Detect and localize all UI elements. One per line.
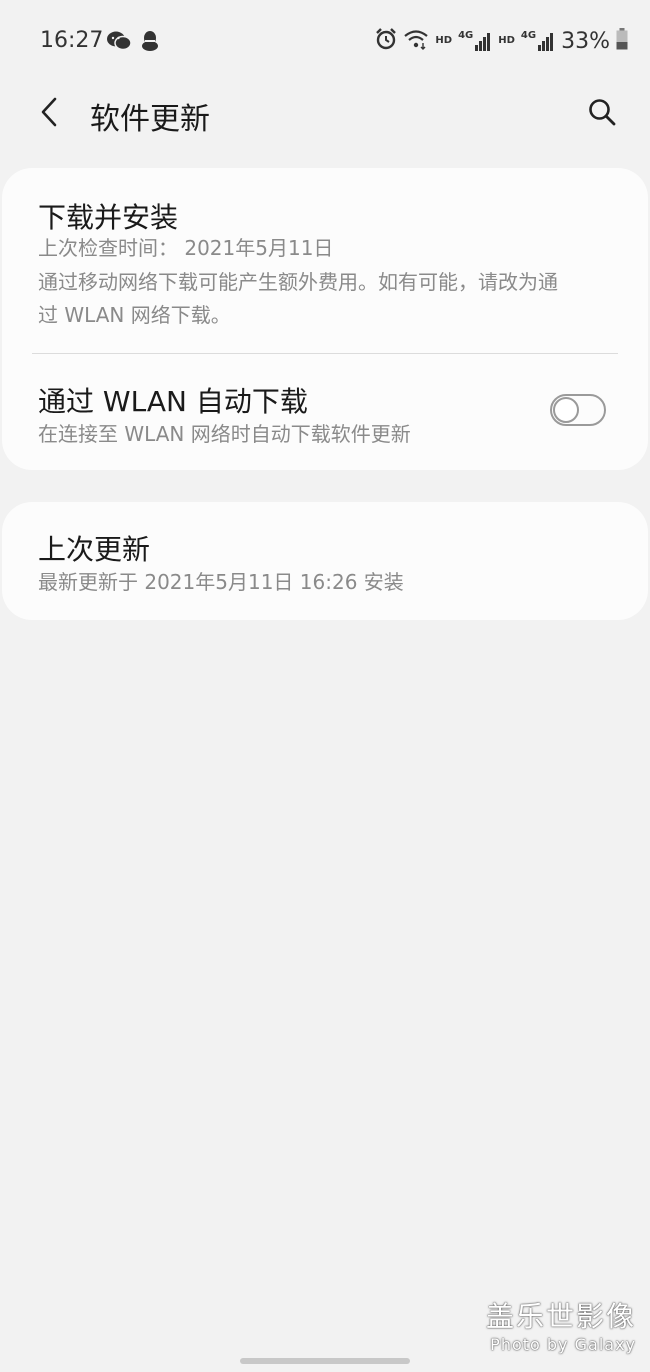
auto-download-toggle[interactable]	[550, 394, 606, 426]
gesture-nav-handle[interactable]	[240, 1358, 410, 1364]
alarm-icon	[375, 28, 397, 54]
search-icon	[587, 97, 617, 131]
last-check-time: 上次检查时间： 2021年5月11日	[38, 236, 334, 260]
battery-percent: 33%	[561, 28, 610, 54]
camera-watermark: 盖乐世影像 Photo by Galaxy	[486, 1295, 636, 1354]
4g-signal-icon: 4G	[521, 31, 555, 51]
auto-download-subtitle: 在连接至 WLAN 网络时自动下载软件更新	[38, 422, 411, 446]
hd-icon: HD	[435, 35, 453, 46]
download-install-title: 下载并安装	[38, 201, 179, 234]
last-update-subtitle: 最新更新于 2021年5月11日 16:26 安装	[38, 570, 404, 594]
hd-icon: HD	[498, 35, 515, 46]
4g-signal-icon: 4G	[458, 31, 492, 51]
status-bar: 16:27 HD 4G HD 4G 33%	[0, 0, 650, 84]
divider	[32, 353, 618, 354]
wifi-icon	[403, 28, 429, 54]
wechat-icon	[106, 30, 132, 56]
last-update-title: 上次更新	[38, 533, 151, 566]
mobile-data-note-line2: 过 WLAN 网络下载。	[38, 303, 231, 327]
back-arrow-icon	[39, 96, 61, 132]
app-bar: 软件更新	[0, 84, 650, 144]
page-title: 软件更新	[90, 102, 210, 137]
watermark-main: 盖乐世影像	[485, 1300, 636, 1333]
battery-icon	[616, 28, 628, 54]
notification-icons	[106, 30, 160, 56]
mobile-data-note-line1: 通过移动网络下载可能产生额外费用。如有可能，请改为通	[38, 270, 558, 294]
toggle-knob	[553, 397, 579, 423]
update-settings-card: 下载并安装 上次检查时间： 2021年5月11日 通过移动网络下载可能产生额外费…	[2, 168, 648, 470]
status-time: 16:27	[40, 28, 104, 53]
auto-download-title: 通过 WLAN 自动下载	[38, 385, 308, 418]
watermark-sub: Photo by Galaxy	[490, 1335, 636, 1354]
system-status-icons: HD 4G HD 4G 33%	[375, 28, 628, 54]
search-button[interactable]	[580, 92, 624, 136]
qq-icon	[140, 30, 160, 56]
back-button[interactable]	[28, 92, 72, 136]
last-update-card: 上次更新 最新更新于 2021年5月11日 16:26 安装	[2, 502, 648, 620]
